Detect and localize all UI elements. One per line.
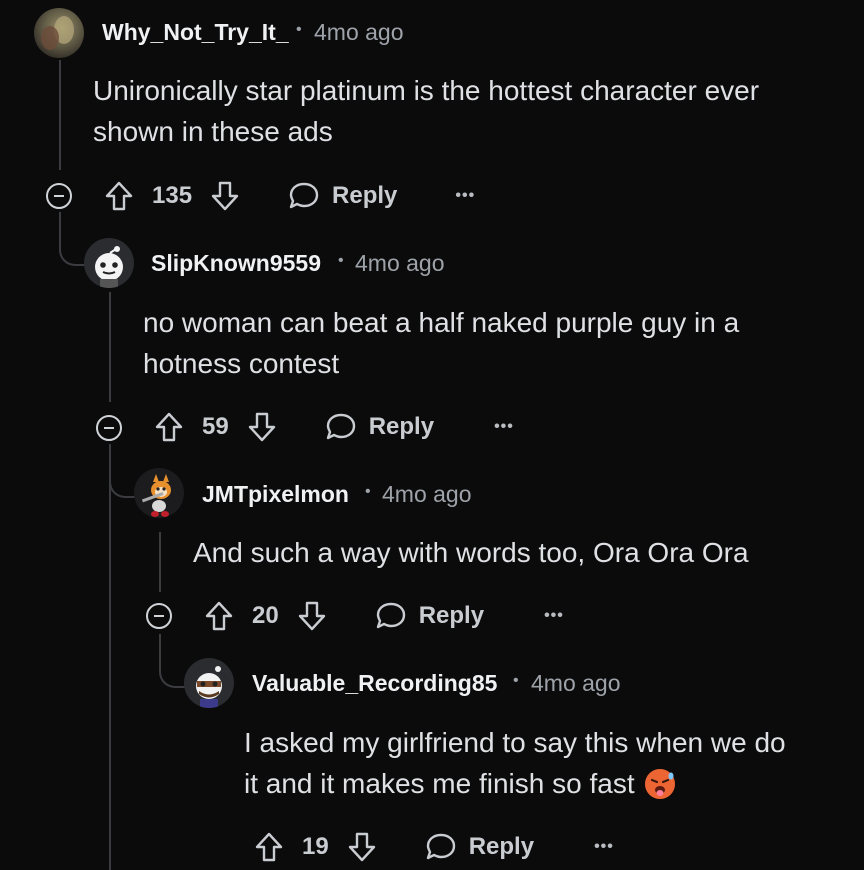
comment-body-line: hotness contest — [143, 348, 340, 379]
downvote-icon[interactable] — [247, 411, 277, 443]
thread-line-3[interactable] — [159, 532, 161, 592]
upvote-icon[interactable] — [254, 831, 284, 863]
comment-username[interactable]: Why_Not_Try_It_ — [102, 19, 289, 46]
meta-separator: • — [338, 252, 344, 269]
vote-count: 135 — [152, 182, 193, 209]
avatar[interactable] — [184, 658, 234, 708]
comment-timestamp[interactable]: 4mo ago — [314, 19, 404, 46]
thread-line-outer — [109, 452, 111, 870]
thread-line-1[interactable] — [59, 60, 61, 170]
reply-button[interactable]: Reply — [375, 601, 484, 631]
collapse-thread-button[interactable] — [96, 415, 122, 441]
thread-line-2[interactable] — [109, 292, 111, 402]
comment-username[interactable]: Valuable_Recording85 — [252, 670, 497, 697]
comment-username[interactable]: SlipKnown9559 — [151, 250, 321, 277]
comment-timestamp[interactable]: 4mo ago — [531, 670, 621, 697]
comment-body-line: And such a way with words too, Ora Ora O… — [193, 537, 749, 568]
avatar[interactable] — [84, 238, 134, 288]
meta-separator: • — [365, 483, 371, 500]
comment-body: I asked my girlfriend to say this when w… — [244, 722, 786, 804]
comment-body-line: Unironically star platinum is the hottes… — [93, 75, 760, 106]
reply-label: Reply — [368, 413, 435, 440]
character-avatar-icon — [141, 474, 171, 517]
comment-actions: 135 Reply ••• — [104, 176, 475, 216]
comment-actions: 59 Reply ••• — [154, 407, 514, 447]
upvote-icon[interactable] — [154, 411, 184, 443]
meta-separator: • — [296, 21, 302, 38]
reply-button[interactable]: Reply — [288, 181, 397, 211]
comment-actions: 19 Reply ••• — [254, 827, 614, 867]
reply-button[interactable]: Reply — [325, 412, 434, 442]
meta-separator: • — [513, 672, 519, 689]
reddit-snoo-avatar-icon — [196, 666, 222, 708]
comment-body-line: no woman can beat a half naked purple gu… — [143, 307, 740, 338]
comment-body: Unironically star platinum is the hottes… — [93, 70, 759, 152]
reply-label: Reply — [418, 602, 485, 629]
comment-timestamp[interactable]: 4mo ago — [355, 250, 445, 277]
collapse-thread-button[interactable] — [46, 183, 72, 209]
more-options-button[interactable]: ••• — [594, 838, 614, 856]
comment-actions: 20 Reply ••• — [204, 596, 564, 636]
reply-button[interactable]: Reply — [425, 832, 534, 862]
reply-label: Reply — [332, 182, 398, 209]
comment-body-line: I asked my girlfriend to say this when w… — [244, 727, 786, 758]
avatar[interactable] — [134, 468, 184, 518]
comment-body: no woman can beat a half naked purple gu… — [143, 302, 739, 384]
avatar-photo-icon — [41, 16, 74, 50]
reply-label: Reply — [468, 833, 535, 860]
vote-count: 20 — [252, 602, 279, 629]
speech-bubble-icon — [325, 412, 357, 442]
comment-body-line: shown in these ads — [93, 116, 333, 147]
more-options-button[interactable]: ••• — [455, 187, 475, 205]
speech-bubble-icon — [288, 181, 320, 211]
more-options-button[interactable]: ••• — [544, 607, 564, 625]
comment-username[interactable]: JMTpixelmon — [202, 481, 349, 508]
reddit-snoo-avatar-icon — [95, 246, 123, 288]
avatar[interactable] — [34, 8, 84, 58]
downvote-icon[interactable] — [347, 831, 377, 863]
hot-face-emoji-icon — [643, 767, 677, 801]
speech-bubble-icon — [425, 832, 457, 862]
downvote-icon[interactable] — [297, 600, 327, 632]
comment-body-line: it and it makes me finish so fast — [244, 763, 786, 804]
vote-count: 59 — [202, 413, 229, 440]
upvote-icon[interactable] — [204, 600, 234, 632]
comment-body: And such a way with words too, Ora Ora O… — [193, 532, 749, 573]
vote-count: 19 — [302, 833, 329, 860]
upvote-icon[interactable] — [104, 180, 134, 212]
comment-body-text: it and it makes me finish so fast — [244, 768, 635, 799]
comment-timestamp[interactable]: 4mo ago — [382, 481, 472, 508]
speech-bubble-icon — [375, 601, 407, 631]
downvote-icon[interactable] — [210, 180, 240, 212]
more-options-button[interactable]: ••• — [494, 418, 514, 436]
collapse-thread-button[interactable] — [146, 603, 172, 629]
